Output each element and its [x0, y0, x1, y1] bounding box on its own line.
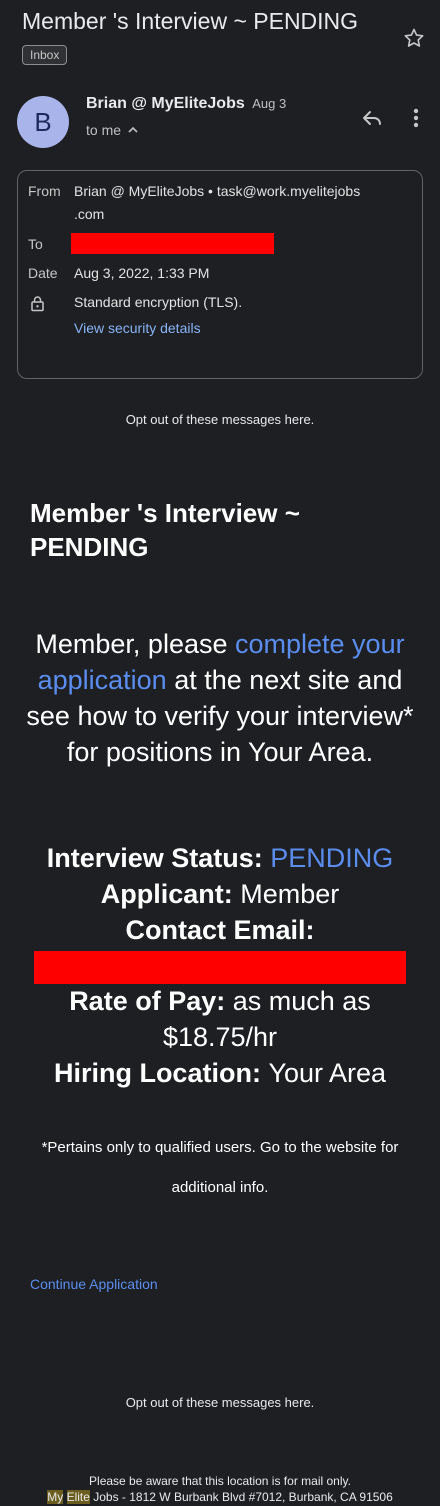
chevron-up-icon: [128, 126, 138, 133]
hiring-location-line: Hiring Location: Your Area: [20, 1055, 420, 1091]
status-value[interactable]: PENDING: [270, 843, 393, 873]
redacted-recipient: [71, 233, 274, 254]
message-details-panel: From Brian @ MyEliteJobs • task@work.mye…: [17, 170, 423, 379]
main-paragraph: Member, please complete your application…: [20, 626, 420, 770]
from-email: task@work.myelitejobs: [216, 183, 361, 199]
from-name: Brian @ MyEliteJobs: [74, 183, 205, 199]
heading-line-2: PENDING: [30, 532, 149, 562]
location-value: Your Area: [268, 1058, 387, 1088]
date-label: Date: [28, 265, 58, 281]
inbox-label-badge[interactable]: Inbox: [22, 45, 68, 65]
to-me-label: to me: [86, 122, 122, 138]
star-icon[interactable]: [402, 26, 426, 50]
sender-line: Brian @ MyEliteJobs Aug 3: [86, 95, 286, 113]
lock-icon: [31, 296, 44, 312]
view-security-details-link[interactable]: View security details: [74, 320, 201, 336]
opt-out-link-bottom[interactable]: Opt out of these messages here.: [0, 1395, 440, 1410]
from-email-continued: .com: [74, 206, 105, 222]
redacted-contact-email: [34, 951, 406, 984]
date-value: Aug 3, 2022, 1:33 PM: [74, 265, 210, 281]
continue-application-link[interactable]: Continue Application: [30, 1276, 158, 1292]
heading-line-1: Member 's Interview ~: [30, 498, 300, 528]
applicant-value: Member: [240, 879, 340, 909]
interview-status-line: Interview Status: PENDING: [20, 840, 420, 876]
footer-address: My Elite Jobs - 1812 W Burbank Blvd #701…: [0, 1489, 440, 1505]
rate-of-pay-line: Rate of Pay: as much as $18.75/hr: [40, 983, 400, 1055]
encryption-text: Standard encryption (TLS).: [74, 294, 243, 310]
footer: Please be aware that this location is fo…: [0, 1473, 440, 1505]
footer-highlight-elite: Elite: [66, 1490, 90, 1504]
from-label: From: [28, 183, 61, 199]
contact-label: Contact Email:: [125, 915, 315, 945]
footer-address-text: Jobs - 1812 W Burbank Blvd #7012, Burban…: [89, 1490, 393, 1504]
opt-out-link-top[interactable]: Opt out of these messages here.: [0, 412, 440, 427]
pay-label: Rate of Pay:: [69, 986, 233, 1016]
from-separator: •: [204, 183, 217, 199]
avatar[interactable]: B: [17, 96, 69, 148]
contact-email-line: Contact Email:: [20, 912, 420, 948]
paragraph-start: Member, please: [35, 629, 235, 659]
sender-date: Aug 3: [252, 96, 287, 111]
location-label: Hiring Location:: [53, 1058, 269, 1088]
footer-notice: Please be aware that this location is fo…: [89, 1474, 351, 1488]
reply-icon[interactable]: [360, 106, 384, 130]
to-label: To: [28, 236, 43, 252]
email-subject: Member 's Interview ~ PENDING: [22, 8, 359, 34]
disclaimer-text: *Pertains only to qualified users. Go to…: [41, 1139, 399, 1196]
more-vert-icon[interactable]: [405, 106, 427, 130]
sender-name: Brian @ MyEliteJobs: [86, 95, 245, 112]
status-label: Interview Status:: [46, 843, 271, 873]
applicant-label: Applicant:: [100, 879, 241, 909]
applicant-line: Applicant: Member: [20, 876, 420, 912]
recipient-toggle[interactable]: to me: [86, 122, 139, 138]
email-heading: Member 's Interview ~ PENDING: [30, 496, 390, 564]
from-value: Brian @ MyEliteJobs • task@work.myelitej…: [74, 183, 360, 199]
footer-highlight-my: My: [47, 1490, 64, 1504]
